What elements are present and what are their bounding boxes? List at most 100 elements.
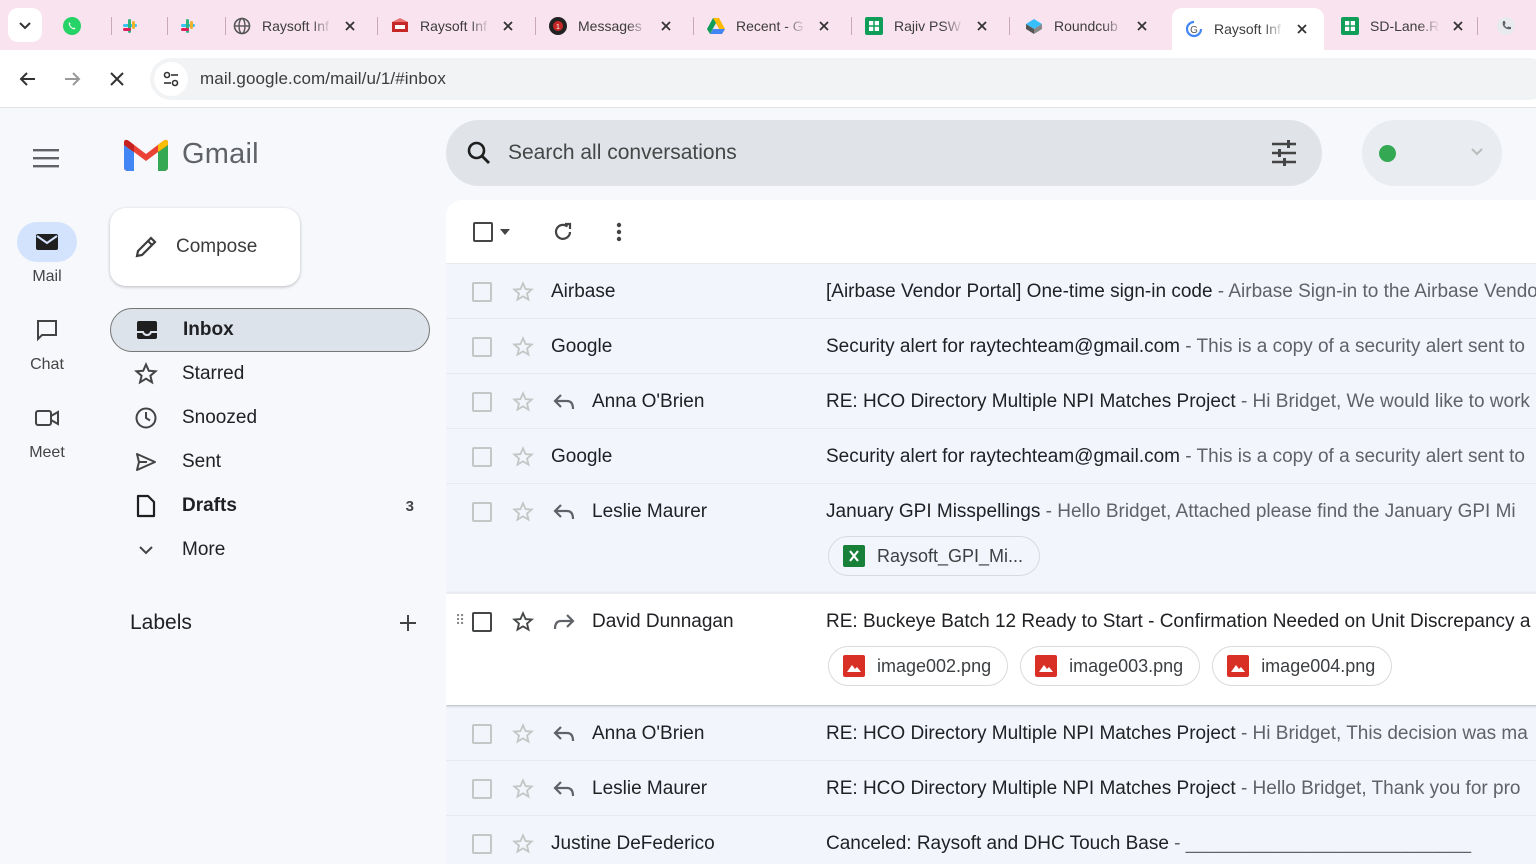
browser-tab-sheets-rajiv[interactable]: Rajiv PSW [852,8,1010,44]
close-icon[interactable] [342,18,358,34]
back-button[interactable] [12,63,44,95]
nav-item-inbox[interactable]: Inbox [110,308,430,352]
email-subject: RE: Buckeye Batch 12 Ready to Start - Co… [826,611,1531,632]
star-icon[interactable] [512,723,534,745]
star-icon[interactable] [512,611,534,633]
close-icon[interactable] [816,18,832,34]
browser-tab-raysoft-active[interactable]: G Raysoft Inf [1172,8,1324,50]
close-icon[interactable] [1450,18,1466,34]
attachment-chip[interactable]: image002.png [828,646,1009,686]
star-icon[interactable] [512,501,534,523]
row-checkbox[interactable] [472,337,492,357]
more-options-button[interactable] [604,217,634,247]
email-subject: Security alert for raytechteam@gmail.com [826,336,1181,357]
row-checkbox[interactable] [472,724,492,744]
status-selector[interactable] [1362,120,1502,186]
stop-loading-button[interactable] [101,63,133,95]
create-label-button[interactable] [396,611,420,635]
email-subject: [Airbase Vendor Portal] One-time sign-in… [826,281,1213,302]
star-icon[interactable] [512,446,534,468]
browser-tab-drive[interactable]: Recent - G [694,8,852,44]
star-icon[interactable] [512,778,534,800]
row-checkbox[interactable] [472,779,492,799]
email-subject: RE: HCO Directory Multiple NPI Matches P… [826,778,1236,799]
search-input[interactable]: Search all conversations [508,141,737,165]
star-icon[interactable] [512,391,534,413]
site-settings-icon[interactable] [154,62,188,96]
attachment-chip[interactable]: Raysoft_GPI_Mi... [828,536,1041,576]
star-icon[interactable] [512,281,534,303]
nav-item-drafts[interactable]: Drafts 3 [110,484,430,528]
mail-list-toolbar [446,200,1536,264]
email-subject-line: RE: HCO Directory Multiple NPI Matches P… [826,391,1536,413]
browser-tab-slack-2[interactable] [166,8,226,44]
close-icon[interactable] [1294,21,1310,37]
email-row[interactable]: Google Security alert for raytechteam@gm… [446,428,1536,483]
email-row[interactable]: Leslie Maurer RE: HCO Directory Multiple… [446,760,1536,815]
rail-item-mail[interactable]: Mail [0,222,94,286]
star-icon[interactable] [512,336,534,358]
email-row[interactable]: Google Security alert for raytechteam@gm… [446,318,1536,373]
browser-tab-sheets-sd-lane[interactable]: SD-Lane.R [1328,8,1478,44]
browser-tab-messages[interactable]: 1 Messages [536,8,694,44]
browser-toolbar: mail.google.com/mail/u/1/#inbox [0,50,1536,108]
row-checkbox[interactable] [472,282,492,302]
arrow-right-icon [65,72,81,86]
hamburger-menu-icon [33,149,59,168]
email-sender: Justine DeFederico [551,833,715,854]
browser-tab-raysoft-2[interactable]: Raysoft Inf [378,8,536,44]
close-icon[interactable] [974,18,990,34]
svg-text:G: G [1190,25,1198,36]
row-checkbox[interactable] [472,392,492,412]
browser-tab-phone[interactable] [1484,8,1536,44]
email-row[interactable]: Justine DeFederico Canceled: Raysoft and… [446,815,1536,864]
nav-item-more[interactable]: More [110,528,430,572]
email-row[interactable]: Leslie Maurer January GPI Misspellings -… [446,483,1536,593]
gmail-logo[interactable]: Gmail [124,138,259,171]
email-subject-line: RE: HCO Directory Multiple NPI Matches P… [826,723,1536,745]
address-bar[interactable]: mail.google.com/mail/u/1/#inbox [150,58,1536,100]
rail-item-chat[interactable]: Chat [0,310,94,374]
checkbox-icon [473,222,493,242]
rail-item-meet[interactable]: Meet [0,398,94,462]
compose-button[interactable]: Compose [110,208,300,286]
whatsapp-icon [62,16,82,36]
email-subject-line: Security alert for raytechteam@gmail.com… [826,446,1536,468]
browser-tab-whatsapp[interactable] [50,8,112,44]
search-bar[interactable]: Search all conversations [446,120,1322,186]
email-row[interactable]: Anna O'Brien RE: HCO Directory Multiple … [446,705,1536,760]
replied-icon [552,722,576,746]
drag-handle-icon[interactable]: ⠿ [455,612,465,629]
refresh-button[interactable] [548,217,578,247]
email-subject-line: Canceled: Raysoft and DHC Touch Base - _… [826,833,1536,855]
browser-tab-roundcube[interactable]: Roundcub [1012,8,1170,44]
draft-file-icon [134,494,158,518]
main-menu-button[interactable] [24,136,68,180]
email-snippet: - Hi Bridget, We would like to work [1235,391,1530,412]
search-icon[interactable] [464,138,494,168]
email-row[interactable]: ⠿ David Dunnagan RE: Buckeye Batch 12 Re… [446,593,1536,705]
star-icon[interactable] [512,833,534,855]
close-icon[interactable] [1134,18,1150,34]
browser-tab-raysoft-1[interactable]: Raysoft Inf [220,8,378,44]
row-checkbox[interactable] [472,612,492,632]
close-icon[interactable] [658,18,674,34]
browser-tab-slack-1[interactable] [108,8,168,44]
close-icon[interactable] [500,18,516,34]
tab-title: Messages [578,18,642,34]
select-menu-button[interactable] [494,217,516,247]
forward-button[interactable] [56,63,88,95]
nav-item-sent[interactable]: Sent [110,440,430,484]
search-options-button[interactable] [1268,137,1300,169]
row-checkbox[interactable] [472,834,492,854]
row-checkbox[interactable] [472,447,492,467]
email-row[interactable]: Anna O'Brien RE: HCO Directory Multiple … [446,373,1536,428]
email-row[interactable]: Airbase [Airbase Vendor Portal] One-time… [446,263,1536,318]
row-checkbox[interactable] [472,502,492,522]
tab-search-button[interactable] [8,8,42,42]
email-sender: David Dunnagan [592,611,734,632]
nav-item-starred[interactable]: Starred [110,352,430,396]
nav-item-snoozed[interactable]: Snoozed [110,396,430,440]
attachment-chip[interactable]: image003.png [1020,646,1201,686]
attachment-chip[interactable]: image004.png [1212,646,1393,686]
